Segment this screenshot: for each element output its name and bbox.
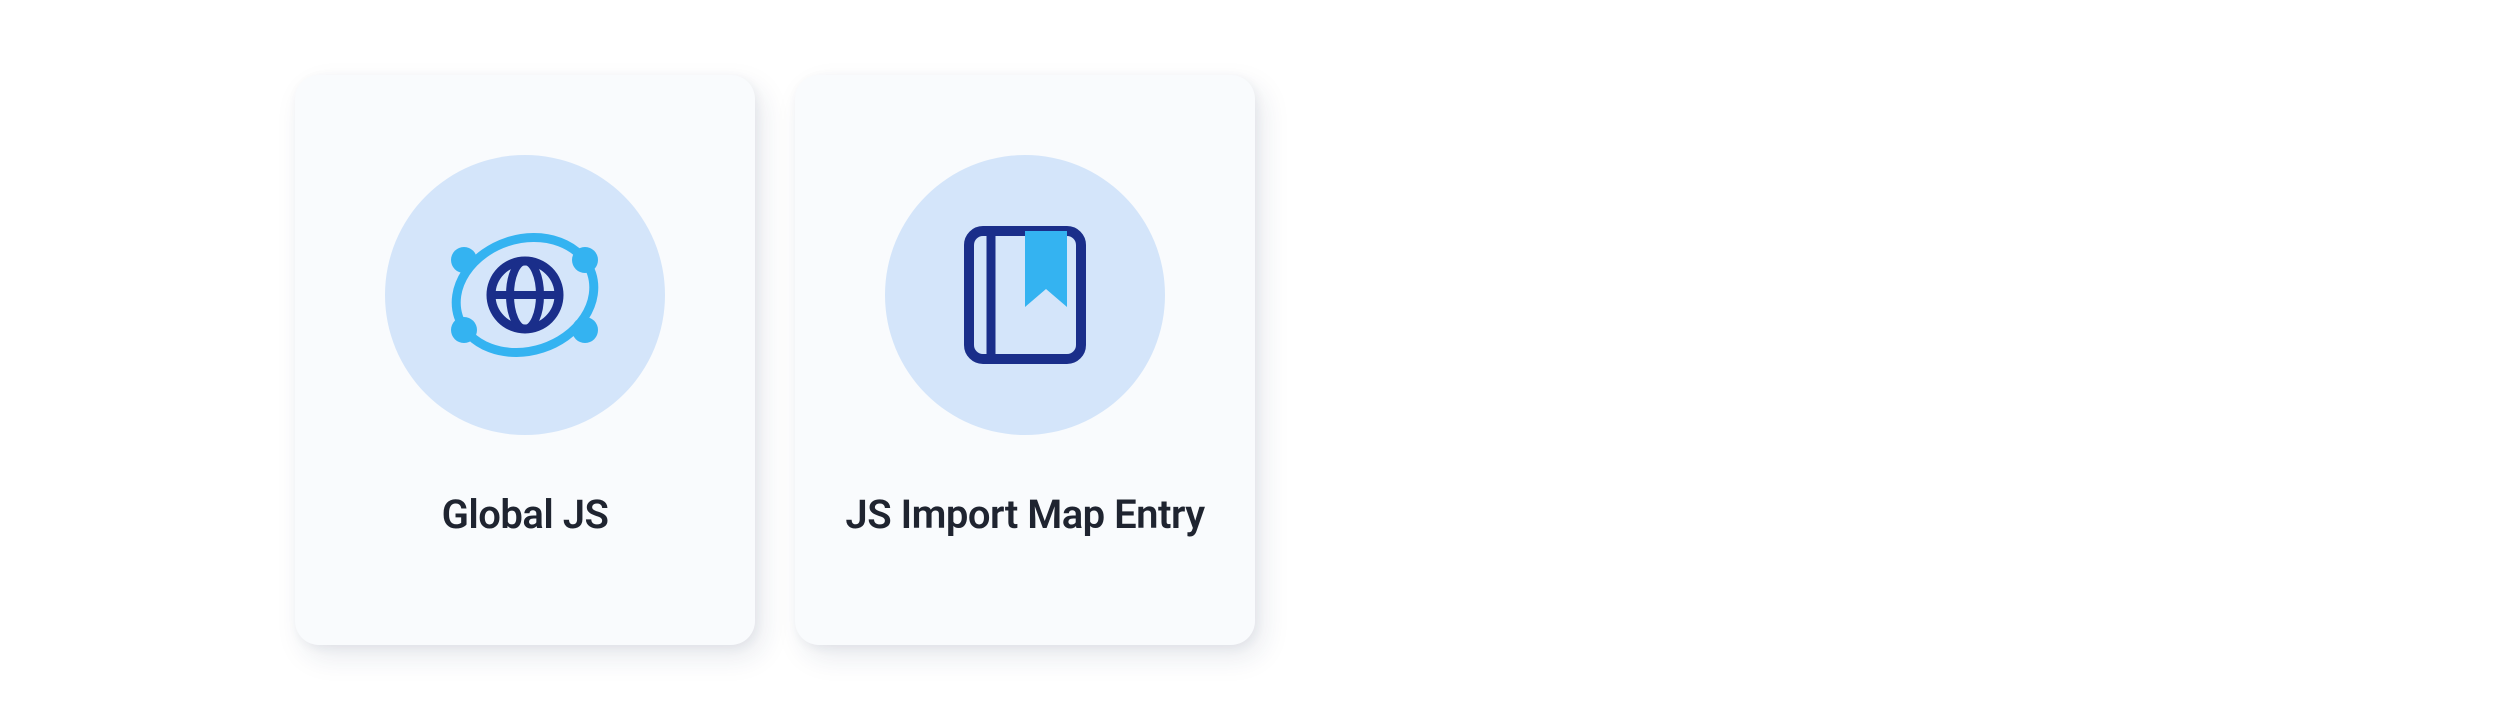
card-global-js: Global JS	[295, 75, 755, 645]
icon-circle	[385, 155, 665, 435]
globe-network-icon	[435, 205, 615, 385]
cards-container: Global JS JS Import Map Entry	[295, 75, 1255, 645]
card-label: JS Import Map Entry	[845, 491, 1204, 538]
book-bookmark-icon	[945, 215, 1105, 375]
icon-circle	[885, 155, 1165, 435]
card-label: Global JS	[442, 491, 609, 538]
card-js-import-map-entry: JS Import Map Entry	[795, 75, 1255, 645]
